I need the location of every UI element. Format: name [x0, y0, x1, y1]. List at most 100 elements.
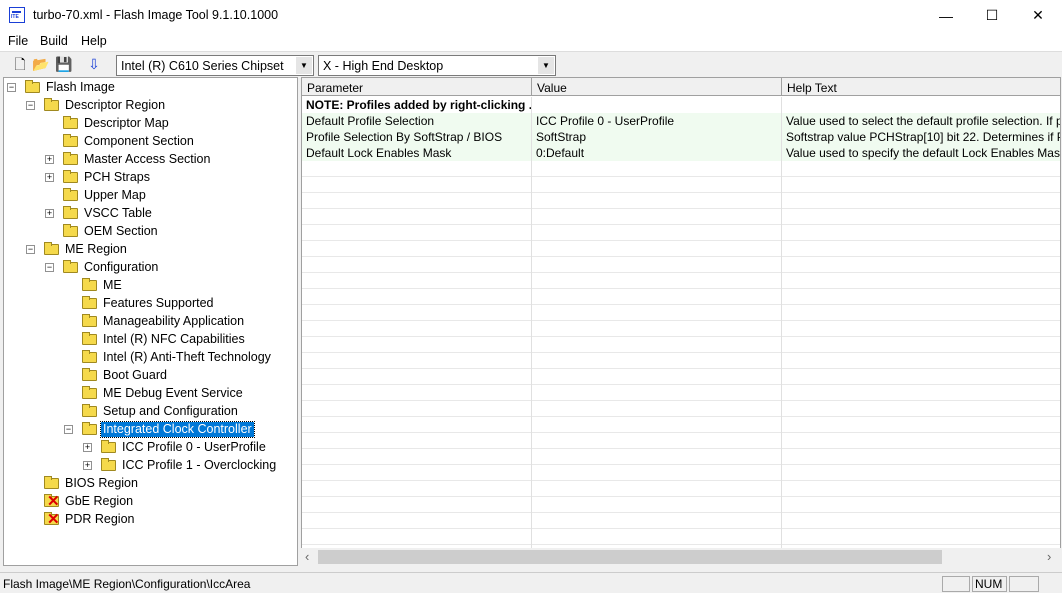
table-row[interactable]	[302, 433, 1060, 449]
minimize-button[interactable]: —	[923, 0, 969, 31]
cell-value[interactable]	[532, 161, 782, 177]
cell-value[interactable]	[532, 289, 782, 305]
cell-value[interactable]	[532, 337, 782, 353]
cell-param[interactable]	[302, 305, 532, 321]
table-row[interactable]	[302, 529, 1060, 545]
cell-help[interactable]	[782, 161, 1060, 177]
cell-param[interactable]	[302, 449, 532, 465]
tree-node-label[interactable]: Boot Guard	[101, 368, 169, 383]
collapse-icon[interactable]: −	[7, 83, 16, 92]
cell-param[interactable]	[302, 417, 532, 433]
cell-help[interactable]	[782, 289, 1060, 305]
tree-node-label[interactable]: OEM Section	[82, 224, 160, 239]
cell-help[interactable]	[782, 225, 1060, 241]
table-row[interactable]	[302, 209, 1060, 225]
cell-help[interactable]	[782, 497, 1060, 513]
cell-help[interactable]	[782, 353, 1060, 369]
cell-help[interactable]	[782, 481, 1060, 497]
table-row[interactable]	[302, 497, 1060, 513]
cell-param[interactable]	[302, 241, 532, 257]
column-header-parameter[interactable]: Parameter	[302, 78, 532, 96]
tree-node[interactable]: ✕ PDR Region	[4, 511, 294, 529]
horizontal-scrollbar[interactable]: ‹ ›	[301, 548, 1061, 566]
tree-node[interactable]: Boot Guard	[4, 367, 294, 385]
cell-help[interactable]	[782, 465, 1060, 481]
tree-node-label[interactable]: Master Access Section	[82, 152, 212, 167]
cell-param[interactable]	[302, 273, 532, 289]
cell-value[interactable]	[532, 385, 782, 401]
tree-node[interactable]: Upper Map	[4, 187, 294, 205]
cell-param[interactable]	[302, 257, 532, 273]
cell-help[interactable]	[782, 433, 1060, 449]
cell-param[interactable]	[302, 193, 532, 209]
menu-help[interactable]: Help	[81, 34, 107, 48]
cell-help[interactable]	[782, 401, 1060, 417]
table-row[interactable]	[302, 193, 1060, 209]
collapse-icon[interactable]: −	[64, 425, 73, 434]
cell-value[interactable]	[532, 433, 782, 449]
cell-help[interactable]	[782, 369, 1060, 385]
tree-node[interactable]: − Configuration	[4, 259, 294, 277]
table-row[interactable]	[302, 225, 1060, 241]
cell-help[interactable]	[782, 417, 1060, 433]
table-row[interactable]: Default Profile Selection ICC Profile 0 -…	[302, 113, 1060, 129]
build-image-icon[interactable]: ⇩	[85, 55, 103, 73]
tree-node-label[interactable]: Intel (R) Anti-Theft Technology	[101, 350, 273, 365]
cell-value[interactable]	[532, 97, 782, 113]
tree-node[interactable]: ME	[4, 277, 294, 295]
expand-icon[interactable]: +	[45, 173, 54, 182]
cell-help[interactable]	[782, 529, 1060, 545]
cell-help[interactable]: Softstrap value PCHStrap[10] bit 22. Det…	[782, 129, 1060, 145]
expand-icon[interactable]: +	[45, 209, 54, 218]
cell-param[interactable]	[302, 385, 532, 401]
scroll-left-icon[interactable]: ‹	[305, 549, 309, 564]
table-row[interactable]	[302, 513, 1060, 529]
cell-value[interactable]	[532, 321, 782, 337]
cell-help[interactable]	[782, 257, 1060, 273]
tree-node-label[interactable]: Integrated Clock Controller	[100, 421, 255, 438]
tree-view[interactable]: − Flash Image − Descriptor Region Descriptor…	[3, 77, 298, 566]
cell-value[interactable]	[532, 401, 782, 417]
cell-help[interactable]	[782, 177, 1060, 193]
tree-node-label[interactable]: BIOS Region	[63, 476, 140, 491]
tree-node-label[interactable]: PDR Region	[63, 512, 136, 527]
cell-value[interactable]	[532, 353, 782, 369]
table-row[interactable]: NOTE: Profiles added by right-clicking .…	[302, 97, 1060, 113]
tree-node-label[interactable]: Upper Map	[82, 188, 148, 203]
cell-value[interactable]	[532, 481, 782, 497]
cell-value[interactable]	[532, 465, 782, 481]
menu-build[interactable]: Build	[40, 34, 68, 48]
table-row[interactable]	[302, 481, 1060, 497]
sku-select[interactable]: X - High End Desktop ▼	[318, 55, 556, 76]
cell-help[interactable]	[782, 321, 1060, 337]
tree-node[interactable]: ✕ GbE Region	[4, 493, 294, 511]
tree-node-label[interactable]: Component Section	[82, 134, 196, 149]
cell-help[interactable]	[782, 209, 1060, 225]
tree-node[interactable]: − ME Region	[4, 241, 294, 259]
cell-value[interactable]	[532, 305, 782, 321]
cell-value[interactable]	[532, 513, 782, 529]
tree-node-label[interactable]: PCH Straps	[82, 170, 152, 185]
cell-param[interactable]	[302, 289, 532, 305]
cell-value[interactable]: ICC Profile 0 - UserProfile	[532, 113, 782, 129]
chevron-down-icon[interactable]: ▼	[296, 57, 312, 74]
cell-help[interactable]	[782, 449, 1060, 465]
cell-value[interactable]: 0:Default	[532, 145, 782, 161]
tree-node-label[interactable]: ICC Profile 1 - Overclocking	[120, 458, 278, 473]
cell-value[interactable]	[532, 273, 782, 289]
tree-node[interactable]: + ICC Profile 1 - Overclocking	[4, 457, 294, 475]
cell-help[interactable]	[782, 305, 1060, 321]
tree-node-label[interactable]: Descriptor Region	[63, 98, 167, 113]
cell-value[interactable]	[532, 241, 782, 257]
scroll-right-icon[interactable]: ›	[1047, 549, 1051, 564]
cell-param[interactable]	[302, 337, 532, 353]
chevron-down-icon[interactable]: ▼	[538, 57, 554, 74]
tree-node-label[interactable]: ME Region	[63, 242, 129, 257]
cell-help[interactable]: Value used to specify the default Lock E…	[782, 145, 1060, 161]
cell-help[interactable]	[782, 513, 1060, 529]
tree-node[interactable]: Manageability Application	[4, 313, 294, 331]
collapse-icon[interactable]: −	[26, 101, 35, 110]
tree-node[interactable]: − Flash Image	[4, 79, 294, 97]
tree-node[interactable]: Descriptor Map	[4, 115, 294, 133]
tree-node-label[interactable]: ME Debug Event Service	[101, 386, 245, 401]
